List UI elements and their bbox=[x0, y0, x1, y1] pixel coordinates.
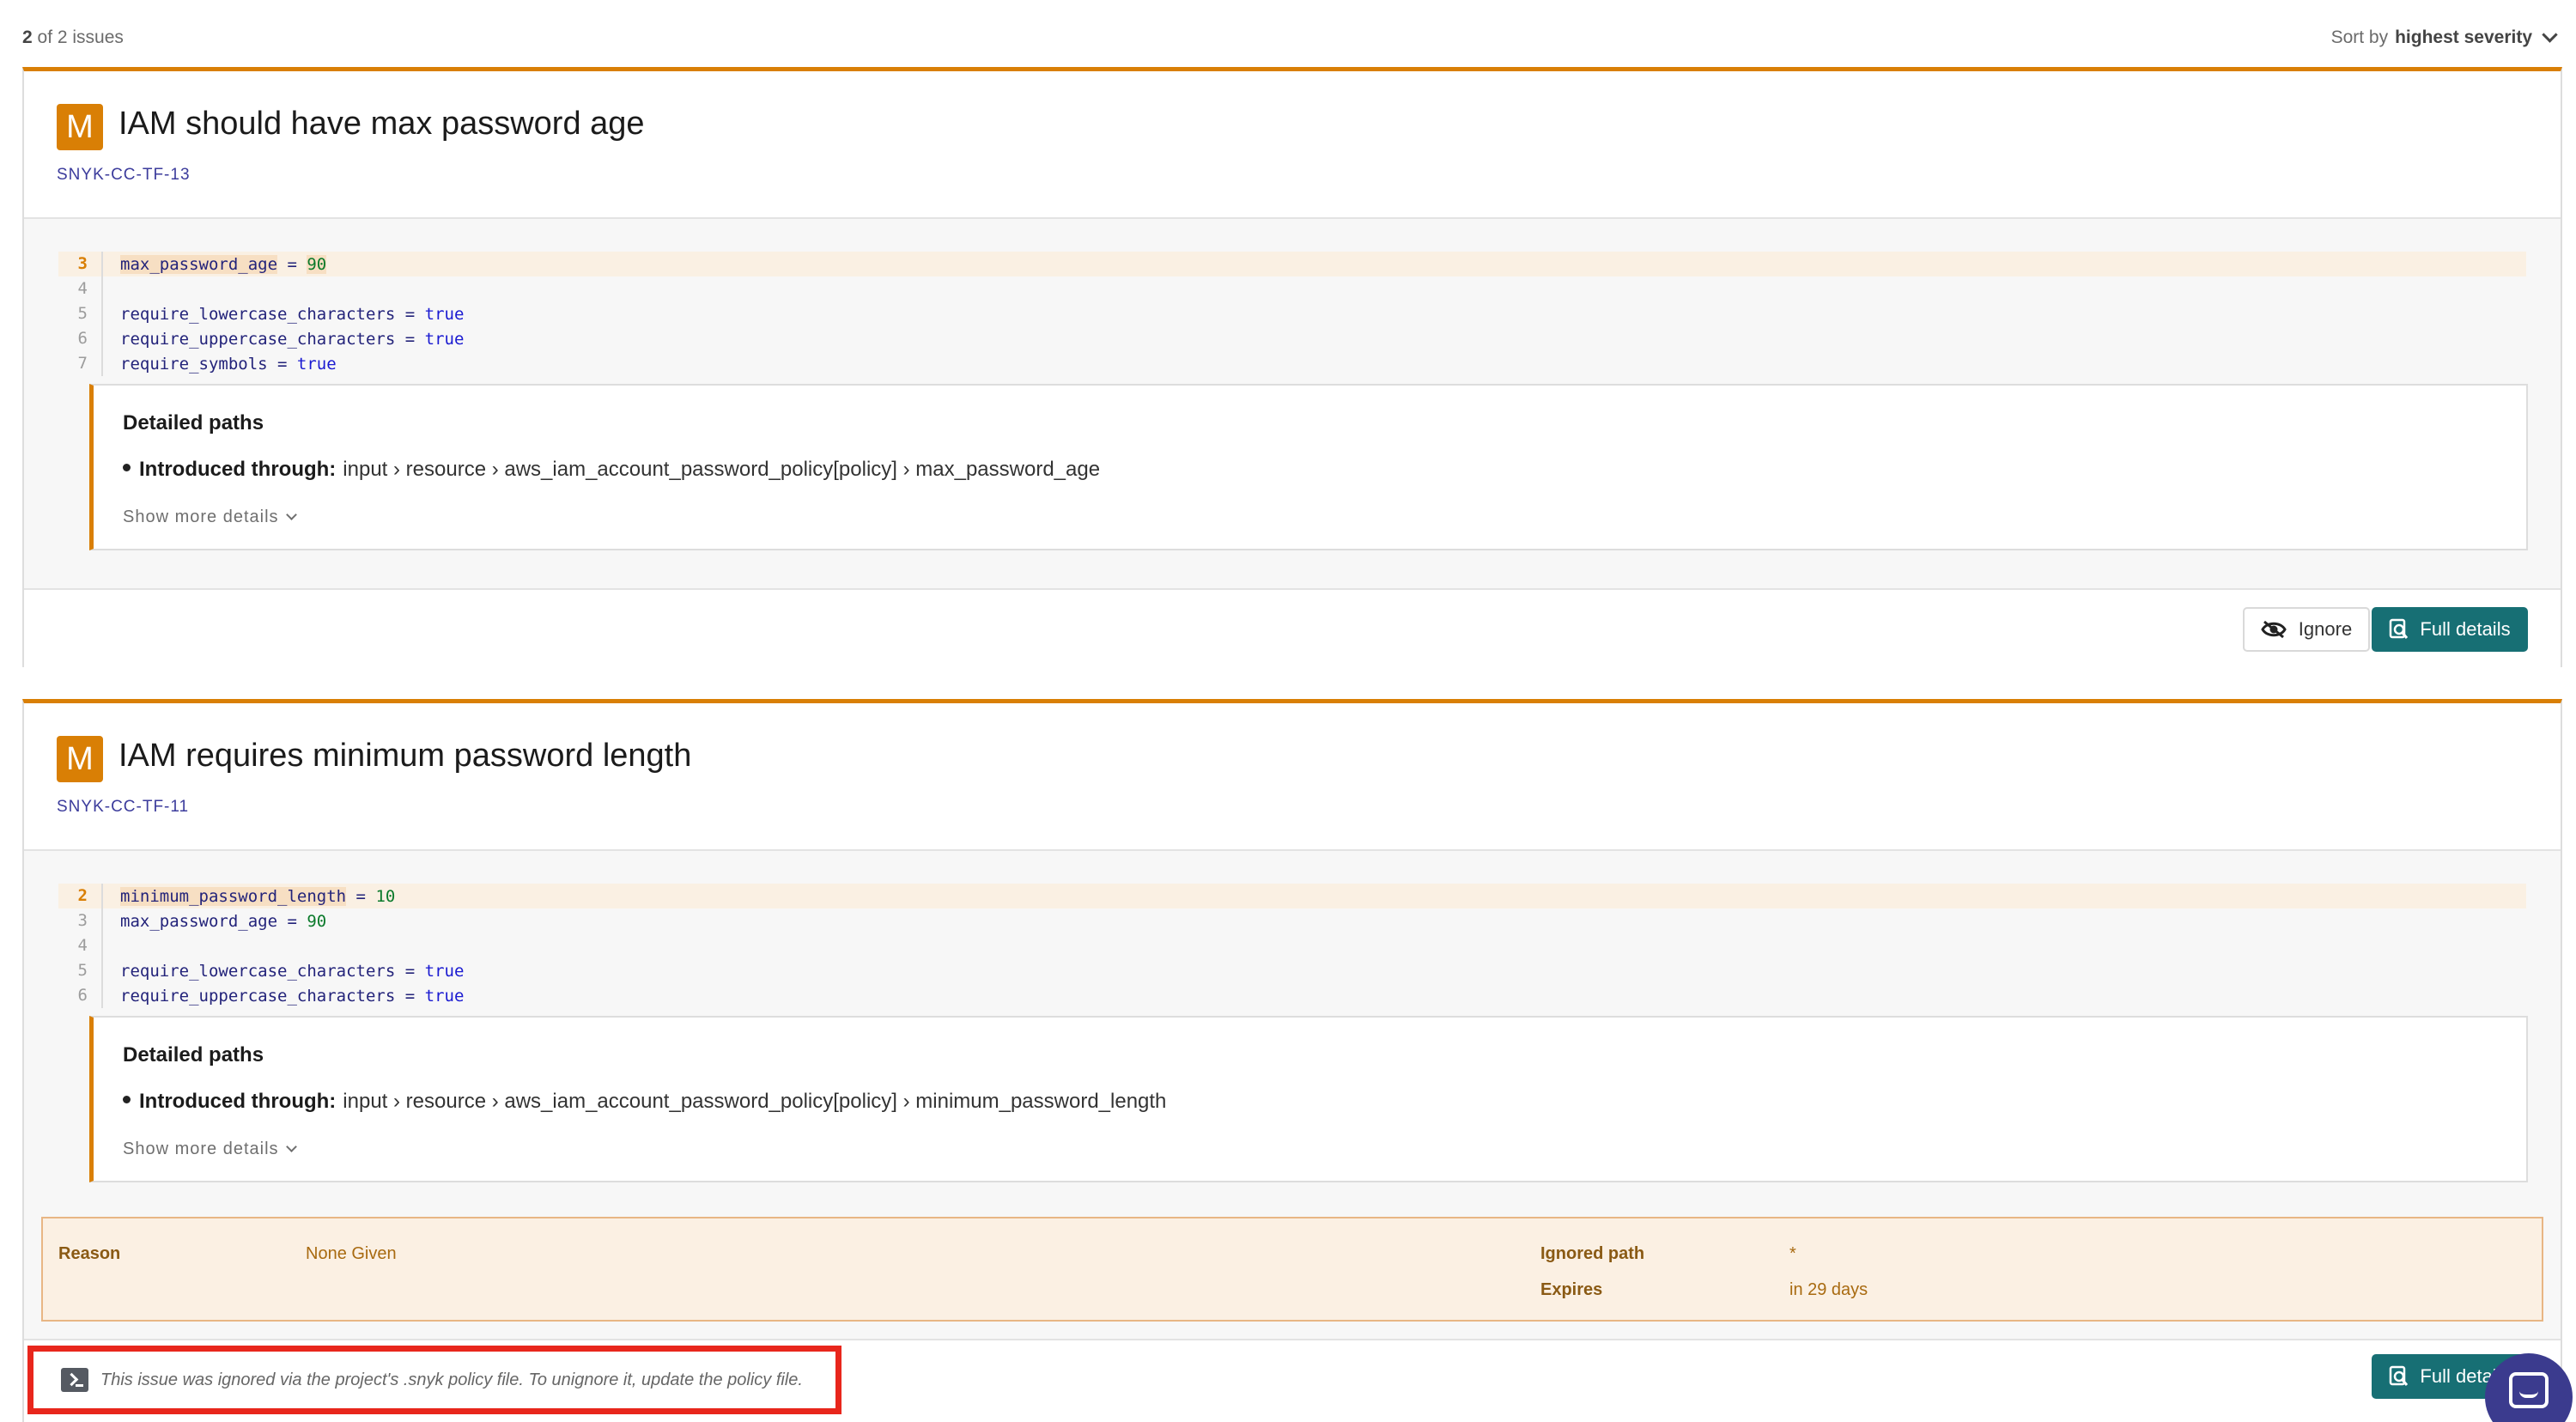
reason-label: Reason bbox=[58, 1244, 121, 1263]
rule-id-link[interactable]: SNYK-CC-TF-11 bbox=[57, 798, 189, 817]
issue-title: IAM requires minimum password length bbox=[118, 738, 692, 774]
show-more-details-button[interactable]: Show more details bbox=[123, 1139, 297, 1159]
issue-actions: Ignore Full details bbox=[24, 588, 2561, 667]
expires-label: Expires bbox=[1540, 1280, 1603, 1299]
ignore-button[interactable]: Ignore bbox=[2243, 607, 2370, 652]
introduced-label: Introduced through: bbox=[139, 458, 337, 481]
detailed-paths-panel: Detailed paths Introduced through: input… bbox=[89, 1016, 2528, 1182]
code-line: 3 max_password_age = 90 bbox=[58, 252, 2526, 276]
ignored-path-label: Ignored path bbox=[1540, 1244, 1645, 1263]
issue-header: M IAM should have max password age SNYK-… bbox=[24, 71, 2561, 219]
introduced-through: Introduced through: input › resource › a… bbox=[123, 1090, 1166, 1114]
introduced-label: Introduced through: bbox=[139, 1090, 337, 1113]
code-line: 6 require_uppercase_characters = true bbox=[58, 983, 2526, 1008]
code-line: 4 bbox=[58, 276, 2526, 301]
code-line: 6 require_uppercase_characters = true bbox=[58, 326, 2526, 351]
rule-id-link[interactable]: SNYK-CC-TF-13 bbox=[57, 166, 191, 185]
full-details-button[interactable]: Full details bbox=[2372, 607, 2528, 652]
issue-body: 3 max_password_age = 90 4 5 require_lowe… bbox=[24, 219, 2561, 588]
reason-value: None Given bbox=[306, 1244, 397, 1263]
terminal-icon bbox=[61, 1368, 88, 1392]
issues-toolbar: 2 of 2 issues Sort by highest severity bbox=[22, 0, 2558, 77]
chat-icon bbox=[2509, 1372, 2549, 1408]
chevron-down-icon bbox=[285, 1141, 297, 1152]
introduced-path: input › resource › aws_iam_account_passw… bbox=[343, 1090, 1167, 1113]
ignored-path-value: * bbox=[1789, 1244, 1796, 1263]
sort-prefix: Sort by bbox=[2330, 27, 2389, 47]
detailed-paths-title: Detailed paths bbox=[123, 411, 264, 434]
ignored-notice-text: This issue was ignored via the project's… bbox=[100, 1370, 803, 1389]
code-snippet: 2 minimum_password_length = 10 3 max_pas… bbox=[58, 884, 2526, 1008]
code-line: 4 bbox=[58, 933, 2526, 958]
introduced-path: input › resource › aws_iam_account_passw… bbox=[343, 458, 1101, 481]
issue-card: M IAM requires minimum password length S… bbox=[22, 699, 2562, 1422]
eye-off-icon bbox=[2261, 620, 2287, 639]
introduced-through: Introduced through: input › resource › a… bbox=[123, 458, 1100, 482]
issue-count: 2 of 2 issues bbox=[22, 27, 124, 47]
code-line: 3 max_password_age = 90 bbox=[58, 908, 2526, 933]
sort-dropdown[interactable]: Sort by highest severity bbox=[2330, 26, 2558, 48]
chevron-down-icon bbox=[2542, 26, 2558, 43]
search-document-icon bbox=[2390, 1365, 2409, 1386]
code-line: 2 minimum_password_length = 10 bbox=[58, 884, 2526, 908]
bullet-icon bbox=[123, 1095, 131, 1103]
chevron-down-icon bbox=[285, 509, 297, 520]
detailed-paths-panel: Detailed paths Introduced through: input… bbox=[89, 384, 2528, 550]
detailed-paths-title: Detailed paths bbox=[123, 1043, 264, 1066]
code-line: 5 require_lowercase_characters = true bbox=[58, 958, 2526, 983]
severity-badge: M bbox=[57, 736, 103, 782]
issue-title: IAM should have max password age bbox=[118, 106, 645, 142]
ignored-notice: This issue was ignored via the project's… bbox=[27, 1346, 841, 1414]
search-document-icon bbox=[2390, 618, 2409, 639]
issue-card: M IAM should have max password age SNYK-… bbox=[22, 67, 2562, 667]
issue-header: M IAM requires minimum password length S… bbox=[24, 703, 2561, 851]
severity-badge: M bbox=[57, 104, 103, 150]
code-line: 7 require_symbols = true bbox=[58, 351, 2526, 376]
ignore-info-panel: Reason None Given Ignored path * Expires… bbox=[41, 1217, 2543, 1322]
bullet-icon bbox=[123, 463, 131, 471]
code-snippet: 3 max_password_age = 90 4 5 require_lowe… bbox=[58, 252, 2526, 376]
show-more-details-button[interactable]: Show more details bbox=[123, 507, 297, 527]
issue-actions: This issue was ignored via the project's… bbox=[24, 1339, 2561, 1422]
sort-value: highest severity bbox=[2395, 27, 2532, 47]
code-line: 5 require_lowercase_characters = true bbox=[58, 301, 2526, 326]
issue-body: 2 minimum_password_length = 10 3 max_pas… bbox=[24, 851, 2561, 1339]
expires-value: in 29 days bbox=[1789, 1280, 1868, 1299]
